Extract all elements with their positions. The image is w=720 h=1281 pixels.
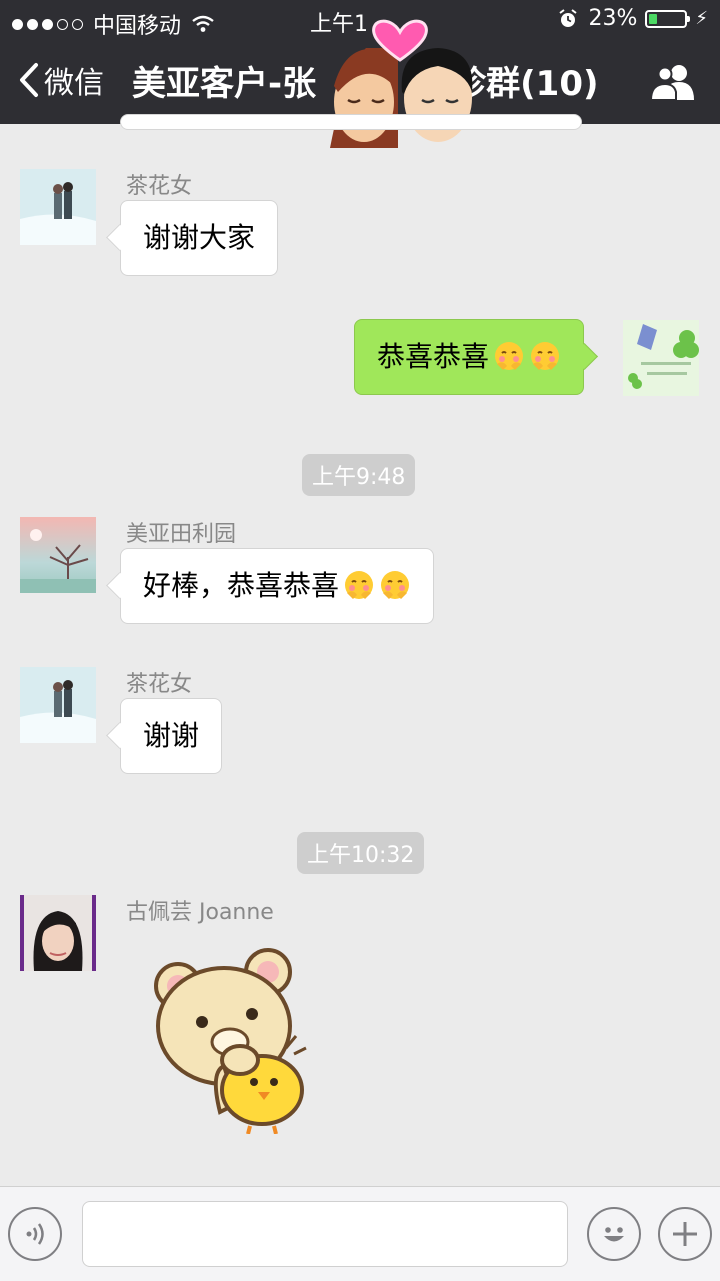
avatar[interactable] (20, 895, 96, 971)
chevron-left-icon (20, 63, 38, 97)
time-divider: 上午9:48 (302, 454, 416, 496)
voice-button[interactable] (8, 1207, 62, 1261)
message-bubble[interactable]: 谢谢大家 (120, 200, 279, 276)
avatar[interactable] (20, 667, 96, 743)
charging-icon: ⚡ (695, 8, 708, 29)
blush-emoji-icon (495, 342, 524, 370)
sender-name: 古佩芸 Joanne (126, 900, 274, 925)
smiley-icon (604, 1227, 624, 1242)
blush-emoji-icon (531, 342, 560, 370)
message-bubble[interactable]: 好棒，恭喜恭喜 (120, 548, 435, 624)
alarm-icon (559, 8, 578, 27)
bear-chick-sticker[interactable] (150, 944, 314, 1134)
message-text: 好棒，恭喜恭喜 (143, 569, 340, 602)
message-list[interactable]: 茶花女 谢谢大家 恭喜恭喜 上午9:48 美亚田利园 好棒，恭喜恭喜 茶花女 谢… (0, 114, 720, 1186)
message-bubble[interactable]: 谢谢 (120, 698, 223, 774)
sender-name: 茶花女 (126, 672, 193, 697)
sender-name: 美亚田利园 (126, 522, 237, 547)
battery-icon (645, 9, 691, 28)
message-text: 谢谢 (143, 719, 200, 752)
blush-emoji-icon (345, 571, 374, 599)
signal-indicator: 中国移动 (12, 8, 215, 40)
message-input[interactable] (82, 1201, 568, 1267)
back-button[interactable]: 微信 (18, 58, 104, 102)
voice-icon (26, 1223, 44, 1245)
sender-name: 茶花女 (126, 174, 193, 199)
previous-message-bubble (120, 114, 582, 130)
avatar[interactable] (20, 517, 96, 593)
emoji-button[interactable] (587, 1207, 641, 1261)
wifi-icon (192, 15, 214, 32)
plus-icon (673, 1222, 697, 1246)
message-text: 恭喜恭喜 (377, 340, 490, 373)
avatar[interactable] (20, 169, 96, 245)
more-button[interactable] (658, 1207, 712, 1261)
input-bar (0, 1186, 720, 1281)
back-label: 微信 (44, 66, 104, 101)
time-divider: 上午10:32 (297, 832, 425, 874)
battery-percent: 23% (588, 6, 638, 31)
battery-level (649, 13, 658, 24)
chat-title-part: 美亚客户-张 (132, 64, 317, 104)
blush-emoji-icon (381, 571, 410, 599)
carrier-label: 中国移动 (93, 14, 182, 39)
message-bubble-self[interactable]: 恭喜恭喜 (354, 319, 585, 395)
my-avatar[interactable] (623, 320, 699, 396)
message-text: 谢谢大家 (143, 221, 256, 254)
people-icon[interactable] (650, 62, 696, 102)
